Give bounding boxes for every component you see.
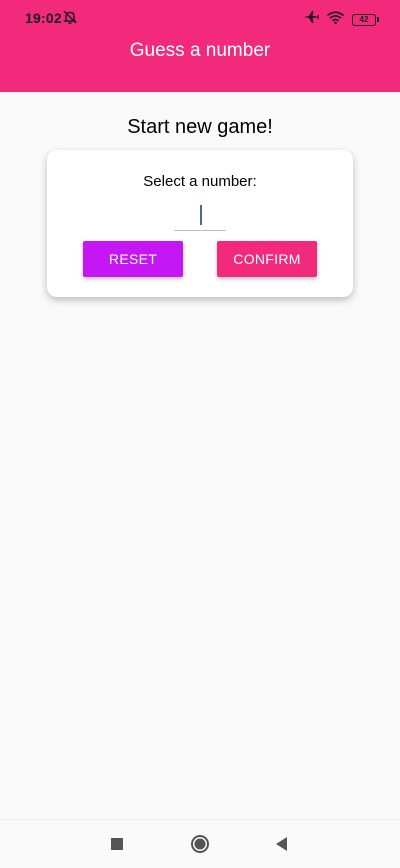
app-title: Guess a number bbox=[129, 40, 271, 61]
status-icons: 42 bbox=[303, 10, 379, 29]
battery-icon: 42 bbox=[352, 13, 379, 26]
confirm-button[interactable]: CONFIRM bbox=[217, 241, 317, 277]
notifications-off-icon bbox=[62, 9, 78, 25]
number-select-card: Select a number: RESET CONFIRM bbox=[47, 150, 353, 297]
recents-icon[interactable] bbox=[106, 833, 128, 855]
navigation-bar bbox=[0, 819, 400, 868]
airplane-icon bbox=[303, 10, 319, 29]
text-cursor bbox=[200, 205, 202, 225]
wifi-icon bbox=[326, 10, 345, 29]
status-bar: 19:02 42 bbox=[0, 0, 400, 36]
home-icon[interactable] bbox=[189, 833, 211, 855]
screen-title: Start new game! bbox=[127, 116, 273, 138]
status-time: 19:02 bbox=[25, 10, 62, 26]
select-number-label: Select a number: bbox=[143, 173, 257, 190]
reset-button[interactable]: RESET bbox=[83, 241, 183, 277]
back-icon[interactable] bbox=[271, 833, 293, 855]
app-header: Guess a number bbox=[0, 36, 400, 92]
